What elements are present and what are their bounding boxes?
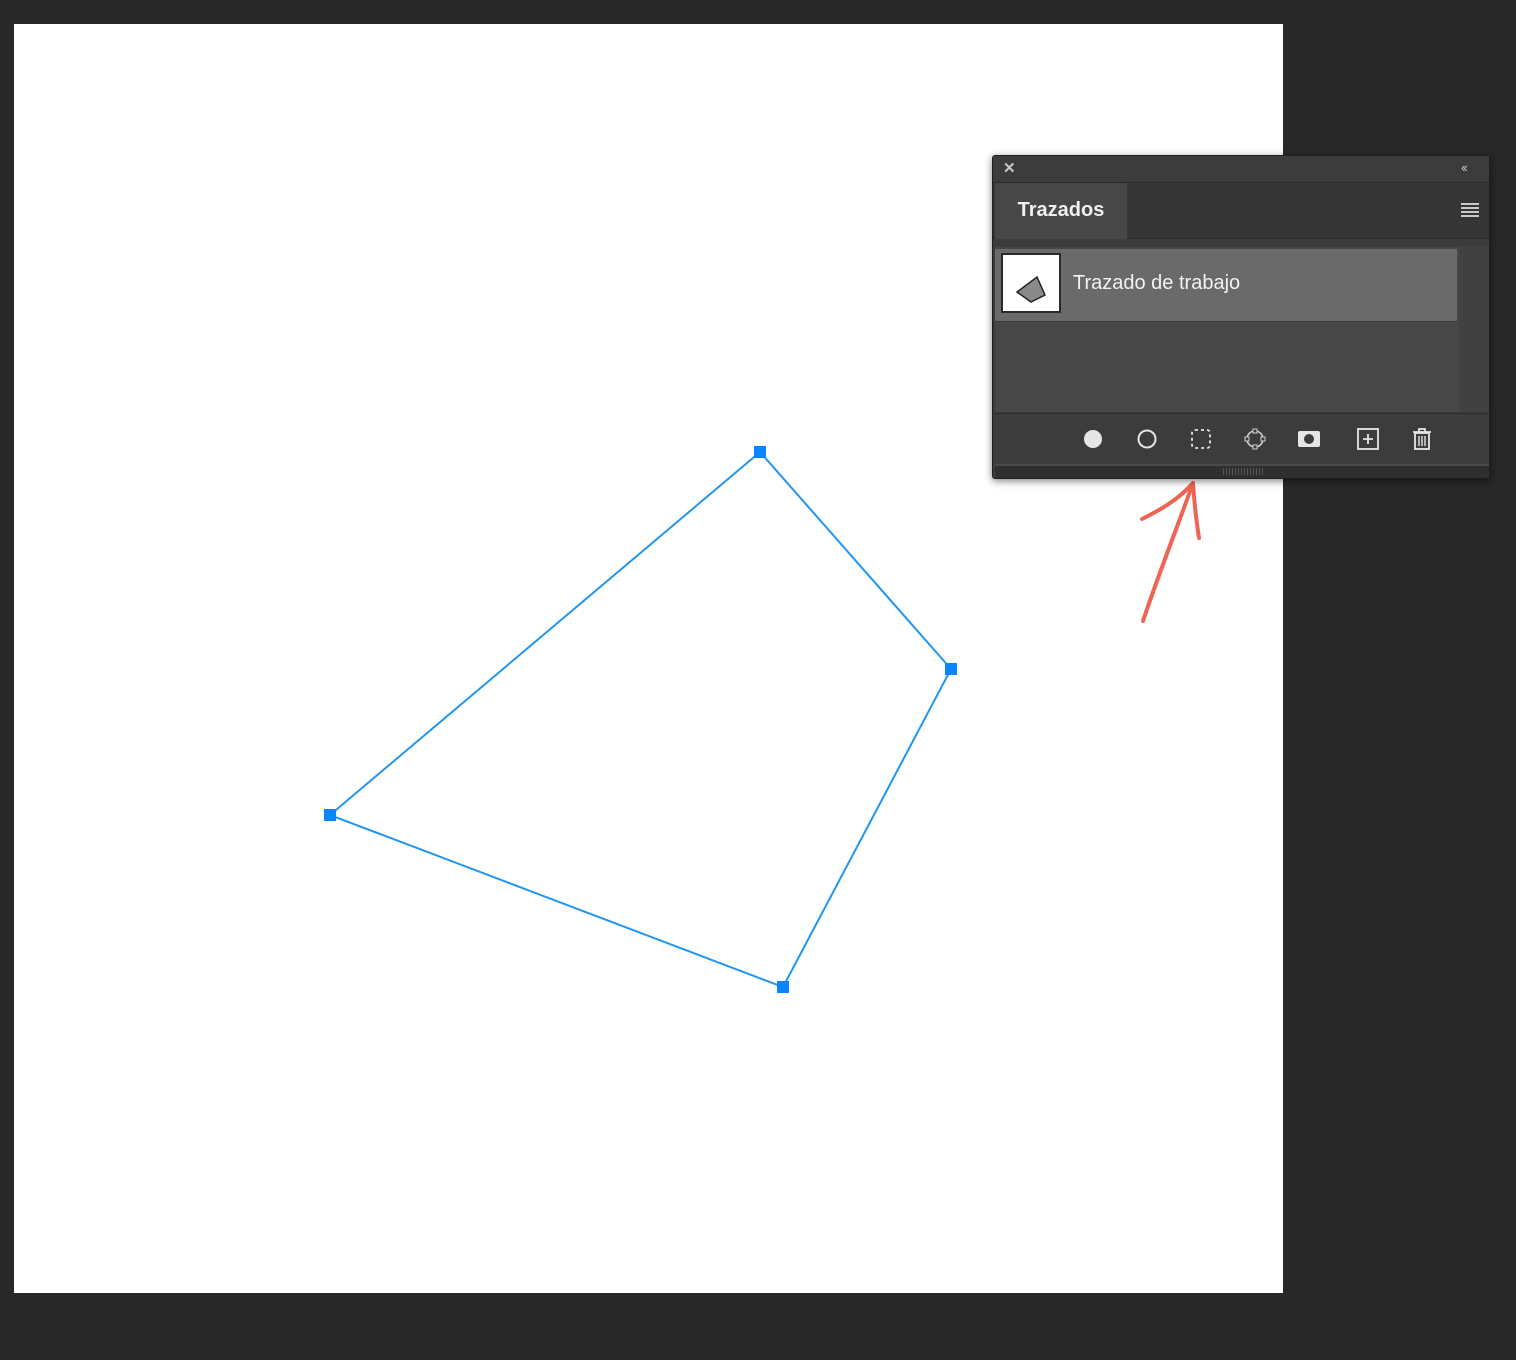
anchor-point-right[interactable] [945, 663, 957, 675]
panel-titlebar[interactable]: ✕ ‹‹ [993, 156, 1489, 183]
panel-tabbar: Trazados [993, 183, 1489, 239]
stroke-path-icon[interactable] [1134, 426, 1160, 452]
path-row-work-path[interactable]: Trazado de trabajo [995, 249, 1457, 322]
anchor-point-bottom[interactable] [777, 981, 789, 993]
add-mask-icon[interactable] [1296, 426, 1322, 452]
anchor-point-left[interactable] [324, 809, 336, 821]
paths-list: Trazado de trabajo [995, 247, 1489, 412]
paths-panel: ✕ ‹‹ Trazados Trazado de trabajo [992, 155, 1490, 479]
load-path-as-selection-icon[interactable] [1188, 426, 1214, 452]
close-icon[interactable]: ✕ [1003, 161, 1017, 176]
resize-grip-icon[interactable] [1223, 468, 1263, 475]
panel-resize-handle[interactable] [995, 464, 1489, 478]
hamburger-menu-icon[interactable] [1461, 203, 1479, 217]
anchor-point-top[interactable] [754, 446, 766, 458]
double-chevron-left-icon[interactable]: ‹‹ [1461, 161, 1477, 175]
panel-bottom-toolbar [993, 413, 1489, 465]
delete-path-icon[interactable] [1409, 426, 1435, 452]
list-scrollbar[interactable] [1459, 247, 1489, 412]
tab-paths[interactable]: Trazados [995, 183, 1127, 239]
make-work-path-from-selection-icon[interactable] [1242, 426, 1268, 452]
quadrilateral-path-thumbnail [1001, 253, 1061, 313]
photoshop-workspace: ✕ ‹‹ Trazados Trazado de trabajo [0, 0, 1516, 1360]
path-name-label: Trazado de trabajo [1073, 272, 1241, 294]
fill-path-icon[interactable] [1080, 426, 1106, 452]
create-new-path-icon[interactable] [1355, 426, 1381, 452]
